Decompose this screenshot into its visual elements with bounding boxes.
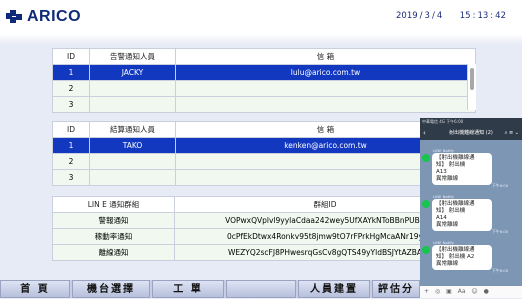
table-row[interactable]: 3 xyxy=(52,96,476,113)
mic-icon[interactable]: ● xyxy=(484,288,489,295)
alarm-table-scrollbar[interactable] xyxy=(467,64,476,110)
cell-id: 3 xyxy=(52,169,90,186)
date-day: 4 xyxy=(436,11,443,21)
cell-person[interactable] xyxy=(89,96,176,113)
date-month: 3 xyxy=(424,11,430,21)
message-input[interactable]: Aa xyxy=(458,288,466,295)
table-row[interactable]: 3 xyxy=(52,169,476,186)
nav-work-order-button[interactable]: 工 單 xyxy=(152,280,224,298)
column-header-person: 結算通知人員 xyxy=(89,121,176,138)
phone-line-overlay: 中華電信 4G 下午6:00 射出機離線通知 (2) ‹ ⌕ ≡ ⌄ LINE … xyxy=(420,118,522,298)
cell-person[interactable]: JACKY xyxy=(89,64,176,81)
cell-person[interactable] xyxy=(89,169,176,186)
message-time: 下午6:00 xyxy=(492,183,509,188)
cell-group-name: 離線通知 xyxy=(52,244,175,261)
header-divider xyxy=(0,34,522,44)
time-minute: 13 xyxy=(477,11,489,21)
column-header-id: ID xyxy=(52,48,90,65)
table-row[interactable]: 2 xyxy=(52,80,476,97)
scrollbar-thumb[interactable] xyxy=(470,68,474,90)
message-time: 下午6:00 xyxy=(492,268,509,273)
camera-icon[interactable]: ◎ xyxy=(435,288,440,295)
datetime-display: 2019/3/4 15:13:42 xyxy=(396,11,506,21)
alarm-notify-table: ID 告警通知人員 信 箱 1 JACKY lulu@arico.com.tw … xyxy=(52,48,476,113)
message-bubble: 【射出機離線通 知】 射出機 A2 異常離線 xyxy=(432,245,492,270)
cell-email[interactable] xyxy=(175,96,476,113)
table-header-row: ID 結算通知人員 信 箱 xyxy=(52,121,476,138)
plus-icon[interactable]: + xyxy=(424,288,429,295)
cell-person[interactable]: TAKO xyxy=(89,137,176,154)
logo-text: ARICO xyxy=(27,8,82,25)
nav-personnel-button[interactable]: 人員建置 xyxy=(298,280,370,298)
table-header-row: LIN E 通知群組 群組ID xyxy=(52,196,476,213)
result-notify-table: ID 結算通知人員 信 箱 1 TAKO kenken@arico.com.tw… xyxy=(52,121,476,186)
time-second: 42 xyxy=(495,11,506,21)
table-header-row: ID 告警通知人員 信 箱 xyxy=(52,48,476,65)
line-notify-avatar xyxy=(422,246,430,254)
cell-id: 1 xyxy=(52,64,90,81)
table-row[interactable]: 稼動率通知 0cPfEkDtwx4Ronkv95t8jmw9tO7rFPrkHg… xyxy=(52,228,476,245)
chat-menu-icon[interactable]: ⌕ ≡ ⌄ xyxy=(505,126,519,140)
line-notify-avatar xyxy=(422,154,430,162)
time-hour: 15 xyxy=(459,11,471,21)
cell-id: 2 xyxy=(52,153,90,170)
image-icon[interactable]: ▣ xyxy=(446,288,452,295)
table-row[interactable]: 2 xyxy=(52,153,476,170)
nav-machine-select-button[interactable]: 機台選擇 xyxy=(72,280,150,298)
message-bubble: 【射出機離線通 知】 射出機 A13 異常離線 xyxy=(432,153,492,185)
column-header-email: 信 箱 xyxy=(175,48,476,65)
table-row[interactable]: 離線通知 WEZYQ2scFJ8PHwesrqGsCv8gQTS49yYldBS… xyxy=(52,244,476,261)
line-notify-avatar xyxy=(422,200,430,208)
line-group-table: LIN E 通知群組 群組ID 警報通知 VOPwxQVplvl9yylaCda… xyxy=(52,196,476,261)
cell-person[interactable] xyxy=(89,80,176,97)
nav-home-button[interactable]: 首 頁 xyxy=(0,280,70,298)
phone-status-bar: 中華電信 4G 下午6:00 xyxy=(420,118,522,126)
cell-person[interactable] xyxy=(89,153,176,170)
back-arrow-icon[interactable]: ‹ xyxy=(423,126,426,140)
column-header-group-name: LIN E 通知群組 xyxy=(52,196,175,213)
table-row[interactable]: 1 JACKY lulu@arico.com.tw xyxy=(52,64,476,81)
brand-logo: ARICO xyxy=(6,7,81,27)
nav-evaluation-button[interactable]: 評估分 xyxy=(372,280,420,298)
cell-group-name: 稼動率通知 xyxy=(52,228,175,245)
cell-email[interactable]: lulu@arico.com.tw xyxy=(175,64,476,81)
cell-id: 2 xyxy=(52,80,90,97)
message-bubble: 【射出機離線通 知】 射出機 A14 異常離線 xyxy=(432,199,492,231)
column-header-person: 告警通知人員 xyxy=(89,48,176,65)
date-year: 2019 xyxy=(396,11,418,21)
column-header-id: ID xyxy=(52,121,90,138)
cell-id: 3 xyxy=(52,96,90,113)
message-time: 下午6:00 xyxy=(492,229,509,234)
nav-blank-button[interactable] xyxy=(226,280,296,298)
table-row[interactable]: 1 TAKO kenken@arico.com.tw xyxy=(52,137,476,154)
cell-email[interactable] xyxy=(175,80,476,97)
logo-mark-icon xyxy=(6,10,22,23)
cell-group-name: 警報通知 xyxy=(52,212,175,229)
emoji-icon[interactable]: ☺ xyxy=(471,288,477,295)
chat-input-bar[interactable]: + ◎ ▣ Aa ☺ ● xyxy=(420,286,522,298)
cell-id: 1 xyxy=(52,137,90,154)
table-row[interactable]: 警報通知 VOPwxQVplvl9yylaCdaa242wey5UfXAYkNT… xyxy=(52,212,476,229)
